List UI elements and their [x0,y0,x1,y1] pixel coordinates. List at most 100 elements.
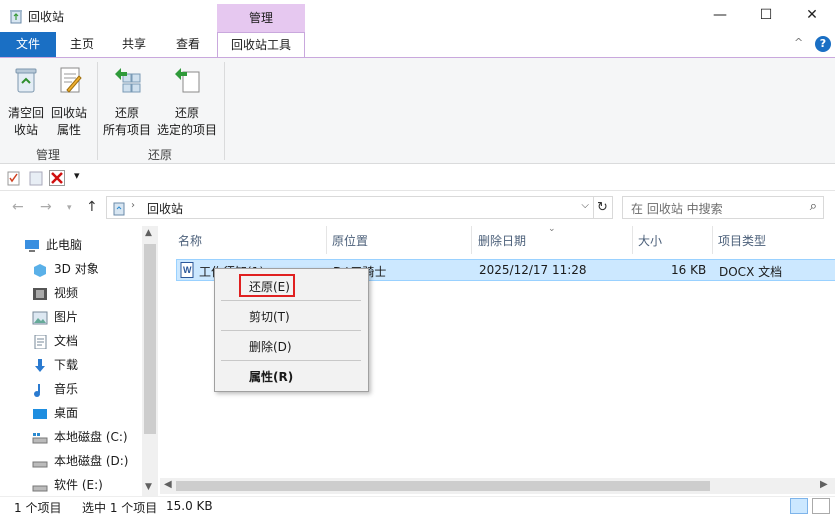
empty-recycle-bin-button[interactable]: 清空回 收站 [4,64,48,139]
column-separator[interactable] [326,226,327,254]
scrollbar-thumb[interactable] [144,244,156,434]
new-folder-icon[interactable] [28,170,44,186]
properties-icon [60,67,82,93]
nav-label: 下载 [54,358,79,372]
recycle-bin-icon [10,10,22,24]
delete-icon[interactable] [49,170,65,186]
3d-objects-icon [34,263,46,277]
scroll-up-icon[interactable]: ▲ [145,228,152,238]
nav-label: 本地磁盘 (C:) [54,430,128,444]
tab-file[interactable]: 文件 [0,32,56,57]
nav-item-downloads[interactable]: 下载 [32,354,78,376]
tab-recycle-bin-tools[interactable]: 回收站工具 [217,32,305,58]
column-separator[interactable] [632,226,633,254]
ribbon: 清空回 收站 回收站 属性 还原 所有项目 还原 选定的项目 管理 还原 [0,57,835,164]
collapse-ribbon-icon[interactable]: ^ [794,36,803,49]
drive-icon [32,485,48,491]
scroll-right-icon[interactable]: ▶ [820,479,828,490]
search-input[interactable]: 在 回收站 中搜索 [631,200,723,217]
download-icon [35,358,45,372]
nav-item-music[interactable]: 音乐 [32,378,78,400]
maximize-button[interactable]: ☐ [743,0,789,32]
video-icon [33,287,47,300]
recent-locations-chevron-icon[interactable]: ▾ [67,203,72,213]
column-separator[interactable] [471,226,472,254]
horizontal-scrollbar[interactable]: ◀ ▶ [160,478,835,494]
nav-item-this-pc[interactable]: 此电脑 [24,234,82,256]
forward-arrow-icon[interactable]: → [40,199,52,215]
menu-item-restore[interactable]: 还原(E) [249,278,290,295]
window-title: 回收站 [28,10,65,24]
tab-view[interactable]: 查看 [164,32,212,57]
restore-all-label-1: 还原 [114,106,139,120]
computer-icon [25,239,39,252]
restore-selected-icon [175,68,200,93]
scroll-down-icon[interactable]: ▼ [145,482,152,492]
context-menu: 还原(E) 剪切(T) 删除(D) 属性(R) [214,268,369,392]
ribbon-tabs: 文件 主页 共享 查看 回收站工具 [0,32,835,58]
nav-label: 文档 [54,334,79,348]
address-bar[interactable]: › 回收站 ⌵ [106,196,594,219]
column-separator[interactable] [712,226,713,254]
nav-item-pictures[interactable]: 图片 [32,306,78,328]
back-arrow-icon[interactable]: ← [12,199,24,215]
status-bar: 1 个项目 选中 1 个项目 15.0 KB [0,496,835,515]
column-header-date-deleted[interactable]: 删除日期 [478,232,526,249]
sort-indicator-icon: ⌄ [548,224,556,234]
tab-home[interactable]: 主页 [58,32,106,57]
address-dropdown-icon[interactable]: ⌵ [581,200,589,211]
column-header-original-location[interactable]: 原位置 [332,232,368,249]
column-header-type[interactable]: 项目类型 [718,232,766,249]
column-header-name[interactable]: 名称 [178,232,202,249]
help-icon[interactable]: ? [815,36,831,52]
documents-icon [34,334,47,349]
nav-scrollbar[interactable]: ▲ ▼ [142,226,158,496]
nav-item-drive-d[interactable]: 本地磁盘 (D:) [32,450,128,472]
nav-item-desktop[interactable]: 桌面 [32,402,78,424]
menu-separator [221,360,361,361]
refresh-button[interactable]: ↻ [593,196,613,219]
properties-check-icon[interactable] [6,170,22,186]
breadcrumb-chevron-icon[interactable]: › [131,200,135,211]
music-icon [34,383,40,397]
tab-share[interactable]: 共享 [110,32,158,57]
drive-icon [32,432,48,443]
minimize-button[interactable]: — [697,0,743,32]
menu-separator [221,300,361,301]
menu-separator [221,330,361,331]
menu-item-delete[interactable]: 删除(D) [249,338,292,355]
nav-label: 桌面 [54,406,79,420]
nav-item-3d-objects[interactable]: 3D 对象 [32,258,99,280]
empty-bin-label-2: 收站 [13,123,38,137]
nav-item-documents[interactable]: 文档 [32,330,78,352]
search-icon[interactable]: ⌕ [810,199,817,214]
word-document-icon: W [180,262,194,278]
close-button[interactable]: ✕ [789,0,835,32]
file-date-deleted: 2025/12/17 11:28 [479,263,587,277]
customize-qat-icon[interactable]: ▾ [74,169,90,185]
large-icons-view-icon[interactable] [812,498,830,514]
nav-item-drive-e[interactable]: 软件 (E:) [32,474,103,496]
recycle-bin-icon [15,68,37,93]
desktop-icon [33,408,47,419]
search-box[interactable]: 在 回收站 中搜索 ⌕ [622,196,824,219]
restore-selected-button[interactable]: 还原 选定的项目 [156,64,218,139]
quick-access-toolbar: ▾ [0,165,835,191]
restore-all-button[interactable]: 还原 所有项目 [102,64,152,139]
restore-all-label-2: 所有项目 [102,123,151,137]
svg-text:W: W [183,265,192,275]
column-header-size[interactable]: 大小 [638,232,662,249]
scroll-left-icon[interactable]: ◀ [164,479,172,490]
nav-label: 视频 [54,286,79,300]
menu-item-properties[interactable]: 属性(R) [249,368,293,385]
nav-item-videos[interactable]: 视频 [32,282,78,304]
up-arrow-icon[interactable]: ↑ [86,199,98,215]
nav-item-drive-c[interactable]: 本地磁盘 (C:) [32,426,128,448]
nav-label: 本地磁盘 (D:) [54,454,129,468]
menu-item-cut[interactable]: 剪切(T) [249,308,290,325]
details-view-icon[interactable] [790,498,808,514]
recycle-bin-icon [113,202,125,216]
recycle-bin-properties-button[interactable]: 回收站 属性 [48,64,90,139]
scrollbar-thumb[interactable] [176,481,710,491]
breadcrumb-path[interactable]: 回收站 [147,200,183,217]
